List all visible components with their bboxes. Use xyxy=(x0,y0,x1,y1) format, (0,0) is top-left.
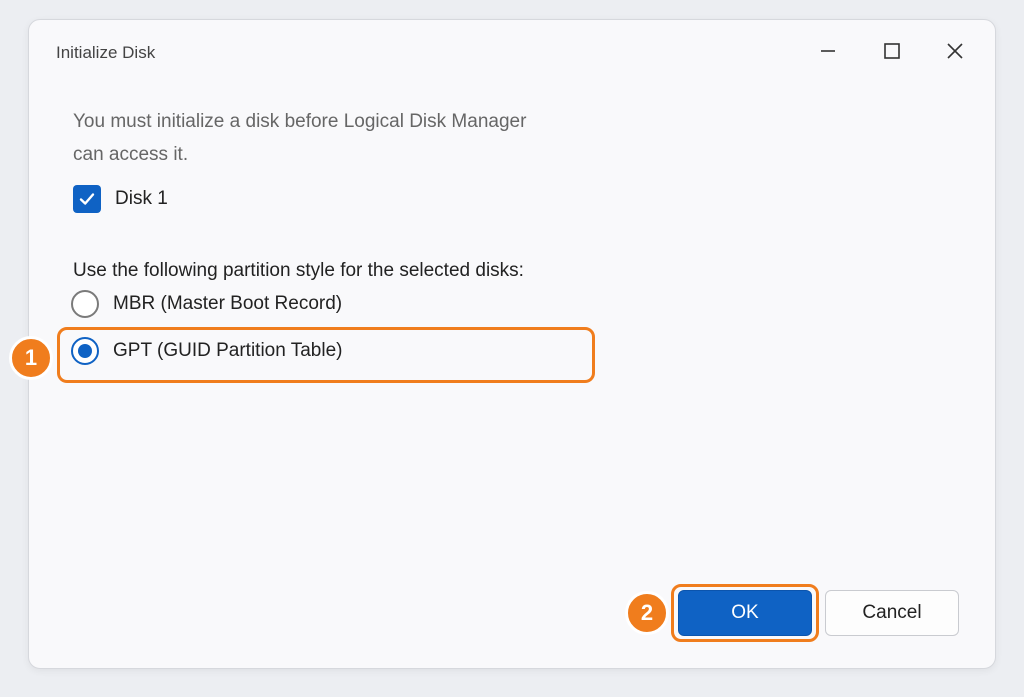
dialog-title: Initialize Disk xyxy=(56,43,156,62)
partition-style-prompt: Use the following partition style for th… xyxy=(73,260,524,281)
minimize-button[interactable] xyxy=(808,34,848,68)
gpt-radio[interactable] xyxy=(71,337,99,365)
close-icon xyxy=(947,43,963,59)
dialog-description: You must initialize a disk before Logica… xyxy=(73,105,573,171)
step-2-badge: 2 xyxy=(625,591,669,635)
step-1-badge: 1 xyxy=(9,336,53,380)
cancel-button[interactable]: Cancel xyxy=(825,590,959,636)
maximize-icon xyxy=(884,43,900,59)
mbr-radio-option[interactable]: MBR (Master Boot Record) xyxy=(71,290,342,318)
gpt-radio-option[interactable]: GPT (GUID Partition Table) xyxy=(71,337,342,365)
initialize-disk-dialog: Initialize Disk You must initialize a di… xyxy=(9,19,996,669)
gpt-label: GPT (GUID Partition Table) xyxy=(113,340,343,361)
description-line-2: can access it. xyxy=(73,144,189,165)
mbr-label: MBR (Master Boot Record) xyxy=(113,293,343,314)
maximize-button[interactable] xyxy=(872,34,912,68)
mbr-radio[interactable] xyxy=(71,290,99,318)
radio-selected-dot xyxy=(78,344,92,358)
description-line-1: You must initialize a disk before Logica… xyxy=(73,111,527,132)
checkmark-icon xyxy=(79,193,95,205)
disk-1-checkbox[interactable] xyxy=(73,185,101,213)
close-button[interactable] xyxy=(935,34,975,68)
ok-button[interactable]: OK xyxy=(678,590,812,636)
disk-1-checkbox-row[interactable]: Disk 1 xyxy=(73,185,168,213)
minimize-icon xyxy=(821,50,835,52)
disk-1-label: Disk 1 xyxy=(115,188,168,209)
